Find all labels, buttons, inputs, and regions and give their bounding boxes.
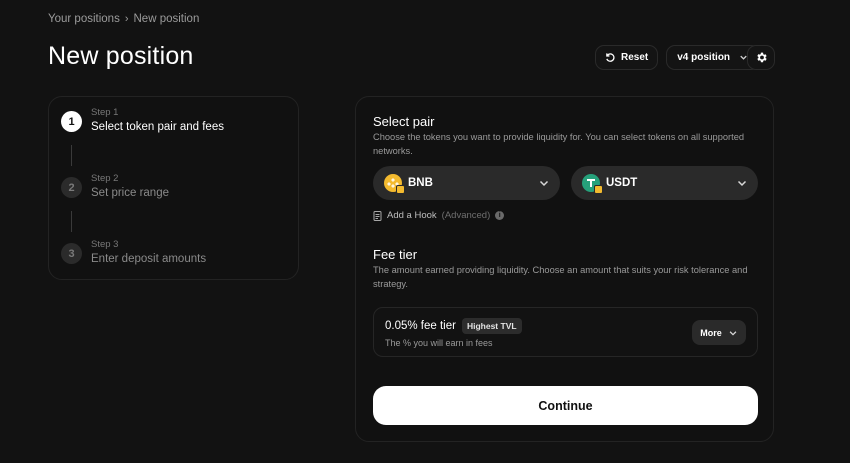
page-title: New position xyxy=(48,42,194,70)
step-3-number: 3 xyxy=(61,243,82,264)
add-hook-advanced-label: (Advanced) xyxy=(441,210,491,221)
chevron-down-icon xyxy=(729,330,737,336)
usdt-token-icon xyxy=(582,174,603,194)
step-3-caption: Step 3 xyxy=(91,239,119,250)
token-b-symbol: USDT xyxy=(606,177,638,189)
highest-tvl-badge: Highest TVL xyxy=(461,318,522,334)
token-b-select[interactable]: USDT xyxy=(571,166,758,200)
select-pair-title: Select pair xyxy=(373,114,435,129)
info-icon[interactable]: i xyxy=(495,211,505,220)
breadcrumb-parent-link[interactable]: Your positions xyxy=(48,13,120,25)
step-3-label: Enter deposit amounts xyxy=(91,253,207,265)
chevron-down-icon xyxy=(539,180,549,187)
step-2-number: 2 xyxy=(61,177,82,198)
reset-label: Reset xyxy=(621,52,649,63)
fee-tier-value: 0.05% fee tier xyxy=(385,320,456,332)
position-version-dropdown[interactable]: v4 position xyxy=(666,45,761,70)
select-pair-description: Choose the tokens you want to provide li… xyxy=(373,132,745,156)
more-fee-tiers-button[interactable]: More xyxy=(692,320,746,345)
token-a-symbol: BNB xyxy=(408,177,433,189)
reset-icon xyxy=(606,53,615,62)
step-1-label: Select token pair and fees xyxy=(91,121,224,133)
fee-tier-selector[interactable]: 0.05% fee tier Highest TVL The % you wil… xyxy=(373,307,758,357)
add-hook-label: Add a Hook xyxy=(387,210,437,221)
step-3: 3 Step 3 Enter deposit amounts xyxy=(61,239,206,265)
steps-card: 1 Step 1 Select token pair and fees 2 St… xyxy=(48,96,299,280)
fee-tier-subtitle: The % you will earn in fees xyxy=(385,338,493,348)
top-actions: Reset v4 position xyxy=(595,45,761,70)
step-2-label: Set price range xyxy=(91,187,169,199)
reset-button[interactable]: Reset xyxy=(595,45,659,70)
breadcrumb-separator-icon: › xyxy=(124,13,129,25)
breadcrumb-current: New position xyxy=(133,13,200,25)
step-1[interactable]: 1 Step 1 Select token pair and fees xyxy=(61,107,224,133)
step-1-caption: Step 1 xyxy=(91,107,119,118)
more-label: More xyxy=(700,327,722,338)
gear-icon xyxy=(756,52,767,63)
step-connector xyxy=(71,145,72,166)
add-hook-link[interactable]: Add a Hook (Advanced) i xyxy=(373,210,505,221)
chevron-down-icon xyxy=(737,180,747,187)
breadcrumb: Your positions › New position xyxy=(48,13,199,25)
bnb-token-icon xyxy=(384,174,405,194)
main-card: Select pair Choose the tokens you want t… xyxy=(355,96,774,442)
token-a-select[interactable]: BNB xyxy=(373,166,560,200)
continue-button[interactable]: Continue xyxy=(373,386,758,425)
fee-tier-title: Fee tier xyxy=(373,247,418,262)
step-1-number: 1 xyxy=(61,111,82,132)
step-2-caption: Step 2 xyxy=(91,173,119,184)
position-version-label: v4 position xyxy=(677,52,731,63)
step-2: 2 Step 2 Set price range xyxy=(61,173,169,199)
step-connector xyxy=(71,211,72,232)
settings-button[interactable] xyxy=(747,45,775,70)
fee-tier-description: The amount earned providing liquidity. C… xyxy=(373,265,748,289)
hook-document-icon xyxy=(373,210,382,221)
